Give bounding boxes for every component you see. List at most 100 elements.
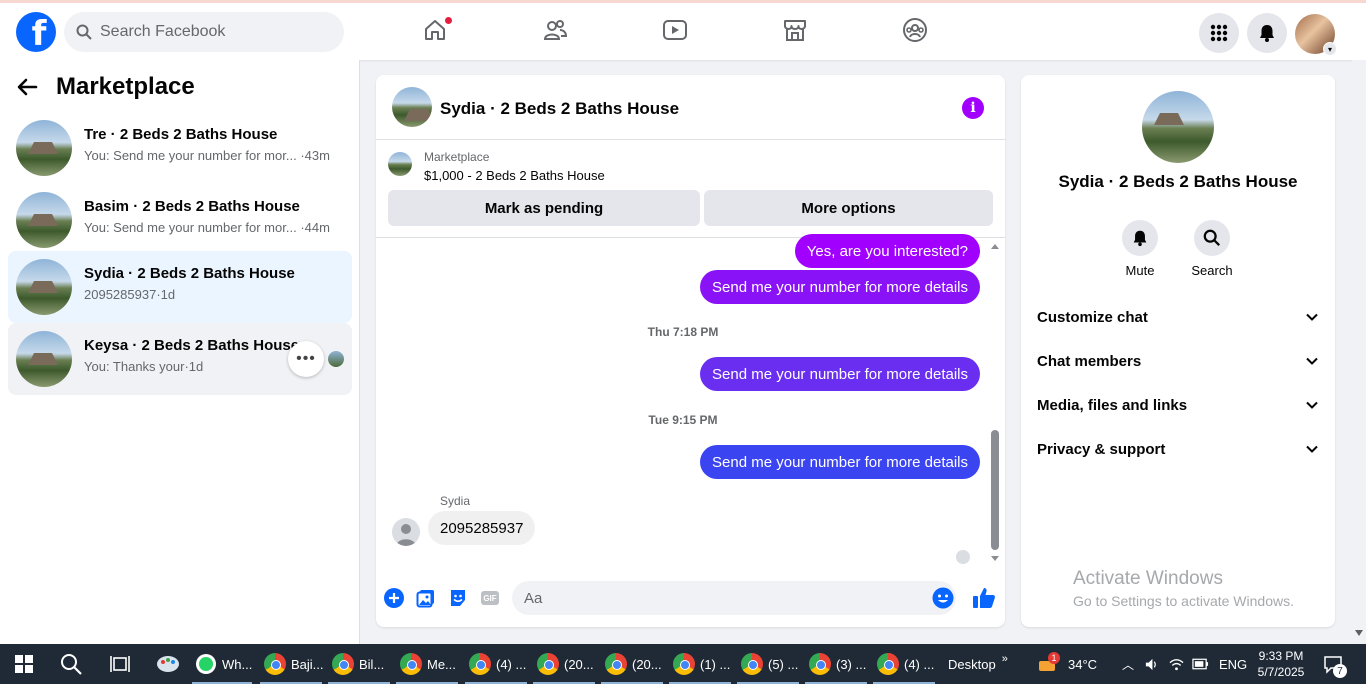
chrome-icon (605, 653, 627, 675)
wifi-icon[interactable] (1169, 657, 1184, 672)
desktop-toolbar[interactable]: Desktop » (948, 644, 1008, 684)
sticker-icon[interactable] (447, 587, 469, 609)
conversation-sidebar: Marketplace Tre · 2 Beds 2 Baths House Y… (0, 60, 360, 644)
taskbar-app-chrome[interactable]: (20... (605, 644, 662, 684)
listing-thumbnail (16, 259, 72, 315)
chevron-down-icon (1306, 445, 1318, 453)
taskbar-app-chrome[interactable]: Baji... (264, 644, 324, 684)
mute-label: Mute (1125, 263, 1155, 278)
taskbar-app-chrome[interactable]: (4) ... (469, 644, 526, 684)
notifications-bell-icon[interactable] (1247, 13, 1287, 53)
conversation-preview: You: Send me your number for mor... ·44m (84, 220, 330, 235)
listing-thumbnail[interactable] (388, 152, 412, 176)
taskbar-app-label: (4) ... (904, 656, 935, 672)
volume-icon[interactable] (1144, 657, 1159, 672)
more-options-icon[interactable]: ••• (288, 341, 324, 377)
menu-grid-icon[interactable] (1199, 13, 1239, 53)
friends-icon[interactable] (542, 17, 570, 45)
sidebar-header: Marketplace (16, 72, 195, 102)
taskbar-app-chrome[interactable]: (5) ... (741, 644, 798, 684)
add-icon[interactable] (383, 587, 405, 609)
timestamp: Tue 9:15 PM (648, 413, 718, 427)
chat-details-panel: Sydia · 2 Beds 2 Baths House Mute Search… (1021, 75, 1335, 627)
taskbar-app-label: Me... (427, 656, 456, 672)
weather-widget[interactable]: 1 34°C (1036, 644, 1097, 684)
conversation-item-active[interactable]: Sydia · 2 Beds 2 Baths House 2095285937·… (8, 251, 352, 323)
conversation-item[interactable]: Keysa · 2 Beds 2 Baths House You: Thanks… (8, 323, 352, 395)
marketplace-icon[interactable] (782, 17, 810, 45)
taskbar-search-icon[interactable] (60, 644, 82, 684)
chrome-icon (264, 653, 286, 675)
conversation-name: Sydia · 2 Beds 2 Baths House (84, 265, 295, 282)
more-options-button[interactable]: More options (704, 190, 993, 226)
privacy-support-option[interactable]: Privacy & support (1037, 429, 1319, 469)
taskbar-app-whatsapp[interactable]: Wh... (195, 644, 252, 684)
sender-name: Sydia (440, 494, 471, 508)
mute-button[interactable]: Mute (1110, 220, 1170, 278)
taskbar-app-label: (3) ... (836, 656, 867, 672)
conversation-preview: You: Send me your number for mor... ·43m (84, 148, 330, 163)
taskbar-app-label: (1) ... (700, 656, 731, 672)
option-label: Privacy & support (1037, 440, 1166, 458)
mark-as-pending-button[interactable]: Mark as pending (388, 190, 700, 226)
chevron-up-icon[interactable]: ︿ (1122, 656, 1134, 673)
sent-message: Yes, are you interested? (794, 234, 980, 268)
search-icon (1194, 220, 1230, 256)
timestamp: Thu 7:18 PM (647, 325, 719, 339)
emoji-icon[interactable] (932, 587, 954, 609)
thumbs-up-icon[interactable] (972, 586, 996, 610)
chat-members-option[interactable]: Chat members (1037, 341, 1319, 381)
conversation-item[interactable]: Basim · 2 Beds 2 Baths House You: Send m… (8, 184, 352, 256)
taskbar-app-chrome[interactable]: Me... (400, 644, 456, 684)
customize-chat-option[interactable]: Customize chat (1037, 297, 1319, 337)
message-input[interactable]: Aa (512, 581, 956, 615)
video-icon[interactable] (662, 17, 690, 45)
back-arrow-icon[interactable] (16, 72, 46, 102)
page-scrollbar[interactable] (1352, 60, 1366, 644)
search-placeholder: Search Facebook (100, 23, 226, 40)
sent-message: Send me your number for more details (700, 270, 980, 304)
photo-icon[interactable] (415, 587, 437, 609)
taskbar-app-chrome[interactable]: (4) ... (877, 644, 934, 684)
scrollbar-thumb[interactable] (991, 430, 999, 550)
notification-center-icon[interactable]: 7 (1323, 644, 1347, 684)
chrome-icon (469, 653, 491, 675)
listing-card: Marketplace $1,000 - 2 Beds 2 Baths Hous… (376, 140, 1005, 238)
listing-price[interactable]: $1,000 - 2 Beds 2 Baths House (424, 168, 605, 183)
gif-icon[interactable]: GIF (479, 587, 501, 609)
search-icon (76, 24, 92, 40)
listing-thumbnail (16, 192, 72, 248)
system-tray-icons[interactable]: ︿ (1122, 644, 1209, 684)
profile-avatar[interactable]: ▾ (1295, 14, 1337, 56)
sender-avatar[interactable] (392, 518, 420, 546)
paint-app-icon[interactable] (155, 644, 181, 684)
conversation-name: Tre · 2 Beds 2 Baths House (84, 126, 278, 143)
input-language[interactable]: ENG (1219, 644, 1247, 684)
groups-icon[interactable] (902, 17, 930, 45)
media-files-links-option[interactable]: Media, files and links (1037, 385, 1319, 425)
battery-icon[interactable] (1192, 658, 1209, 670)
chat-title[interactable]: Sydia · 2 Beds 2 Baths House (440, 99, 679, 119)
search-in-chat-button[interactable]: Search (1182, 220, 1242, 278)
taskbar-app-chrome[interactable]: (3) ... (809, 644, 866, 684)
info-icon[interactable]: i (962, 97, 984, 119)
facebook-logo[interactable]: f (16, 12, 56, 52)
page-title: Marketplace (56, 73, 195, 100)
conversation-item[interactable]: Tre · 2 Beds 2 Baths House You: Send me … (8, 112, 352, 184)
chevron-right-icon: » (1001, 653, 1008, 665)
taskbar-app-label: (20... (632, 656, 662, 672)
listing-thumbnail[interactable] (392, 87, 432, 127)
taskbar-app-label: Bil... (359, 656, 385, 672)
taskbar-app-chrome[interactable]: Bil... (332, 644, 384, 684)
chrome-icon (537, 653, 559, 675)
taskbar-app-chrome[interactable]: (20... (537, 644, 594, 684)
home-notification-dot (444, 16, 453, 25)
clock[interactable]: 9:33 PM 5/7/2025 (1256, 644, 1306, 684)
search-input[interactable]: Search Facebook (64, 12, 344, 52)
task-view-icon[interactable] (110, 644, 130, 684)
message-composer: GIF Aa (376, 575, 1005, 623)
listing-thumbnail[interactable] (1142, 91, 1214, 163)
taskbar-app-chrome[interactable]: (1) ... (673, 644, 730, 684)
windows-start-icon[interactable] (14, 644, 34, 684)
watermark-line-2: Go to Settings to activate Windows. (1073, 593, 1294, 609)
